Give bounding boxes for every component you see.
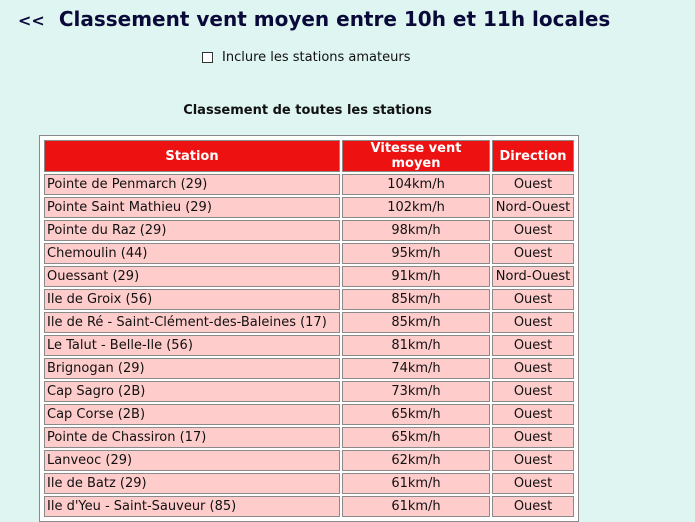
table-row: Ile de Batz (29) 61km/h Ouest — [44, 473, 574, 494]
direction-cell: Ouest — [492, 473, 574, 494]
ranking-table-container: Station Vitesse vent moyen Direction Poi… — [39, 135, 579, 522]
table-row: Pointe Saint Mathieu (29) 102km/h Nord-Oue… — [44, 197, 574, 218]
direction-cell: Ouest — [492, 358, 574, 379]
speed-cell: 91km/h — [342, 266, 490, 287]
direction-cell: Ouest — [492, 450, 574, 471]
table-row: Ile de Ré - Saint-Clément-des-Baleines (… — [44, 312, 574, 333]
page-title: Classement vent moyen entre 10h et 11h l… — [58, 7, 611, 31]
back-link[interactable]: << — [18, 11, 45, 30]
station-cell: Ile de Groix (56) — [44, 289, 340, 310]
column-header-direction: Direction — [492, 140, 574, 172]
speed-cell: 61km/h — [342, 496, 490, 517]
station-cell: Pointe de Chassiron (17) — [44, 427, 340, 448]
station-cell: Le Talut - Belle-Ile (56) — [44, 335, 340, 356]
speed-cell: 102km/h — [342, 197, 490, 218]
ranking-title: Classement de toutes les stations — [183, 103, 432, 118]
table-row: Ile de Groix (56) 85km/h Ouest — [44, 289, 574, 310]
table-row: Cap Sagro (2B) 73km/h Ouest — [44, 381, 574, 402]
speed-cell: 65km/h — [342, 427, 490, 448]
speed-cell: 104km/h — [342, 174, 490, 195]
column-header-speed: Vitesse vent moyen — [342, 140, 490, 172]
page-header: << Classement vent moyen entre 10h et 11… — [18, 6, 610, 32]
direction-cell: Nord-Ouest — [492, 266, 574, 287]
table-row: Ile d'Yeu - Saint-Sauveur (85) 61km/h Oues… — [44, 496, 574, 517]
station-cell: Cap Corse (2B) — [44, 404, 340, 425]
speed-cell: 61km/h — [342, 473, 490, 494]
direction-cell: Ouest — [492, 496, 574, 517]
station-cell: Ouessant (29) — [44, 266, 340, 287]
station-cell: Chemoulin (44) — [44, 243, 340, 264]
direction-cell: Ouest — [492, 404, 574, 425]
table-row: Cap Corse (2B) 65km/h Ouest — [44, 404, 574, 425]
column-header-station: Station — [44, 140, 340, 172]
speed-cell: 98km/h — [342, 220, 490, 241]
direction-cell: Ouest — [492, 427, 574, 448]
station-cell: Ile de Batz (29) — [44, 473, 340, 494]
speed-cell: 85km/h — [342, 312, 490, 333]
direction-cell: Ouest — [492, 174, 574, 195]
direction-cell: Ouest — [492, 312, 574, 333]
direction-cell: Nord-Ouest — [492, 197, 574, 218]
station-cell: Pointe Saint Mathieu (29) — [44, 197, 340, 218]
table-row: Pointe du Raz (29) 98km/h Ouest — [44, 220, 574, 241]
direction-cell: Ouest — [492, 381, 574, 402]
amateur-checkbox[interactable] — [202, 52, 213, 63]
station-cell: Ile de Ré - Saint-Clément-des-Baleines (… — [44, 312, 340, 333]
table-row: Brignogan (29) 74km/h Ouest — [44, 358, 574, 379]
amateur-option: Inclure les stations amateurs — [202, 50, 410, 65]
station-cell: Pointe de Penmarch (29) — [44, 174, 340, 195]
ranking-table: Station Vitesse vent moyen Direction Poi… — [42, 138, 576, 519]
direction-cell: Ouest — [492, 220, 574, 241]
table-body: Pointe de Penmarch (29) 104km/h Ouest Point… — [44, 174, 574, 517]
direction-cell: Ouest — [492, 335, 574, 356]
speed-cell: 95km/h — [342, 243, 490, 264]
station-cell: Lanveoc (29) — [44, 450, 340, 471]
station-cell: Pointe du Raz (29) — [44, 220, 340, 241]
speed-cell: 74km/h — [342, 358, 490, 379]
station-cell: Cap Sagro (2B) — [44, 381, 340, 402]
station-cell: Brignogan (29) — [44, 358, 340, 379]
speed-cell: 62km/h — [342, 450, 490, 471]
speed-cell: 81km/h — [342, 335, 490, 356]
speed-cell: 85km/h — [342, 289, 490, 310]
speed-cell: 65km/h — [342, 404, 490, 425]
table-row: Le Talut - Belle-Ile (56) 81km/h Ouest — [44, 335, 574, 356]
direction-cell: Ouest — [492, 243, 574, 264]
table-row: Pointe de Penmarch (29) 104km/h Ouest — [44, 174, 574, 195]
amateur-checkbox-label[interactable]: Inclure les stations amateurs — [222, 50, 410, 65]
table-row: Lanveoc (29) 62km/h Ouest — [44, 450, 574, 471]
speed-cell: 73km/h — [342, 381, 490, 402]
table-row: Ouessant (29) 91km/h Nord-Ouest — [44, 266, 574, 287]
direction-cell: Ouest — [492, 289, 574, 310]
table-header-row: Station Vitesse vent moyen Direction — [44, 140, 574, 172]
table-row: Pointe de Chassiron (17) 65km/h Ouest — [44, 427, 574, 448]
table-row: Chemoulin (44) 95km/h Ouest — [44, 243, 574, 264]
station-cell: Ile d'Yeu - Saint-Sauveur (85) — [44, 496, 340, 517]
